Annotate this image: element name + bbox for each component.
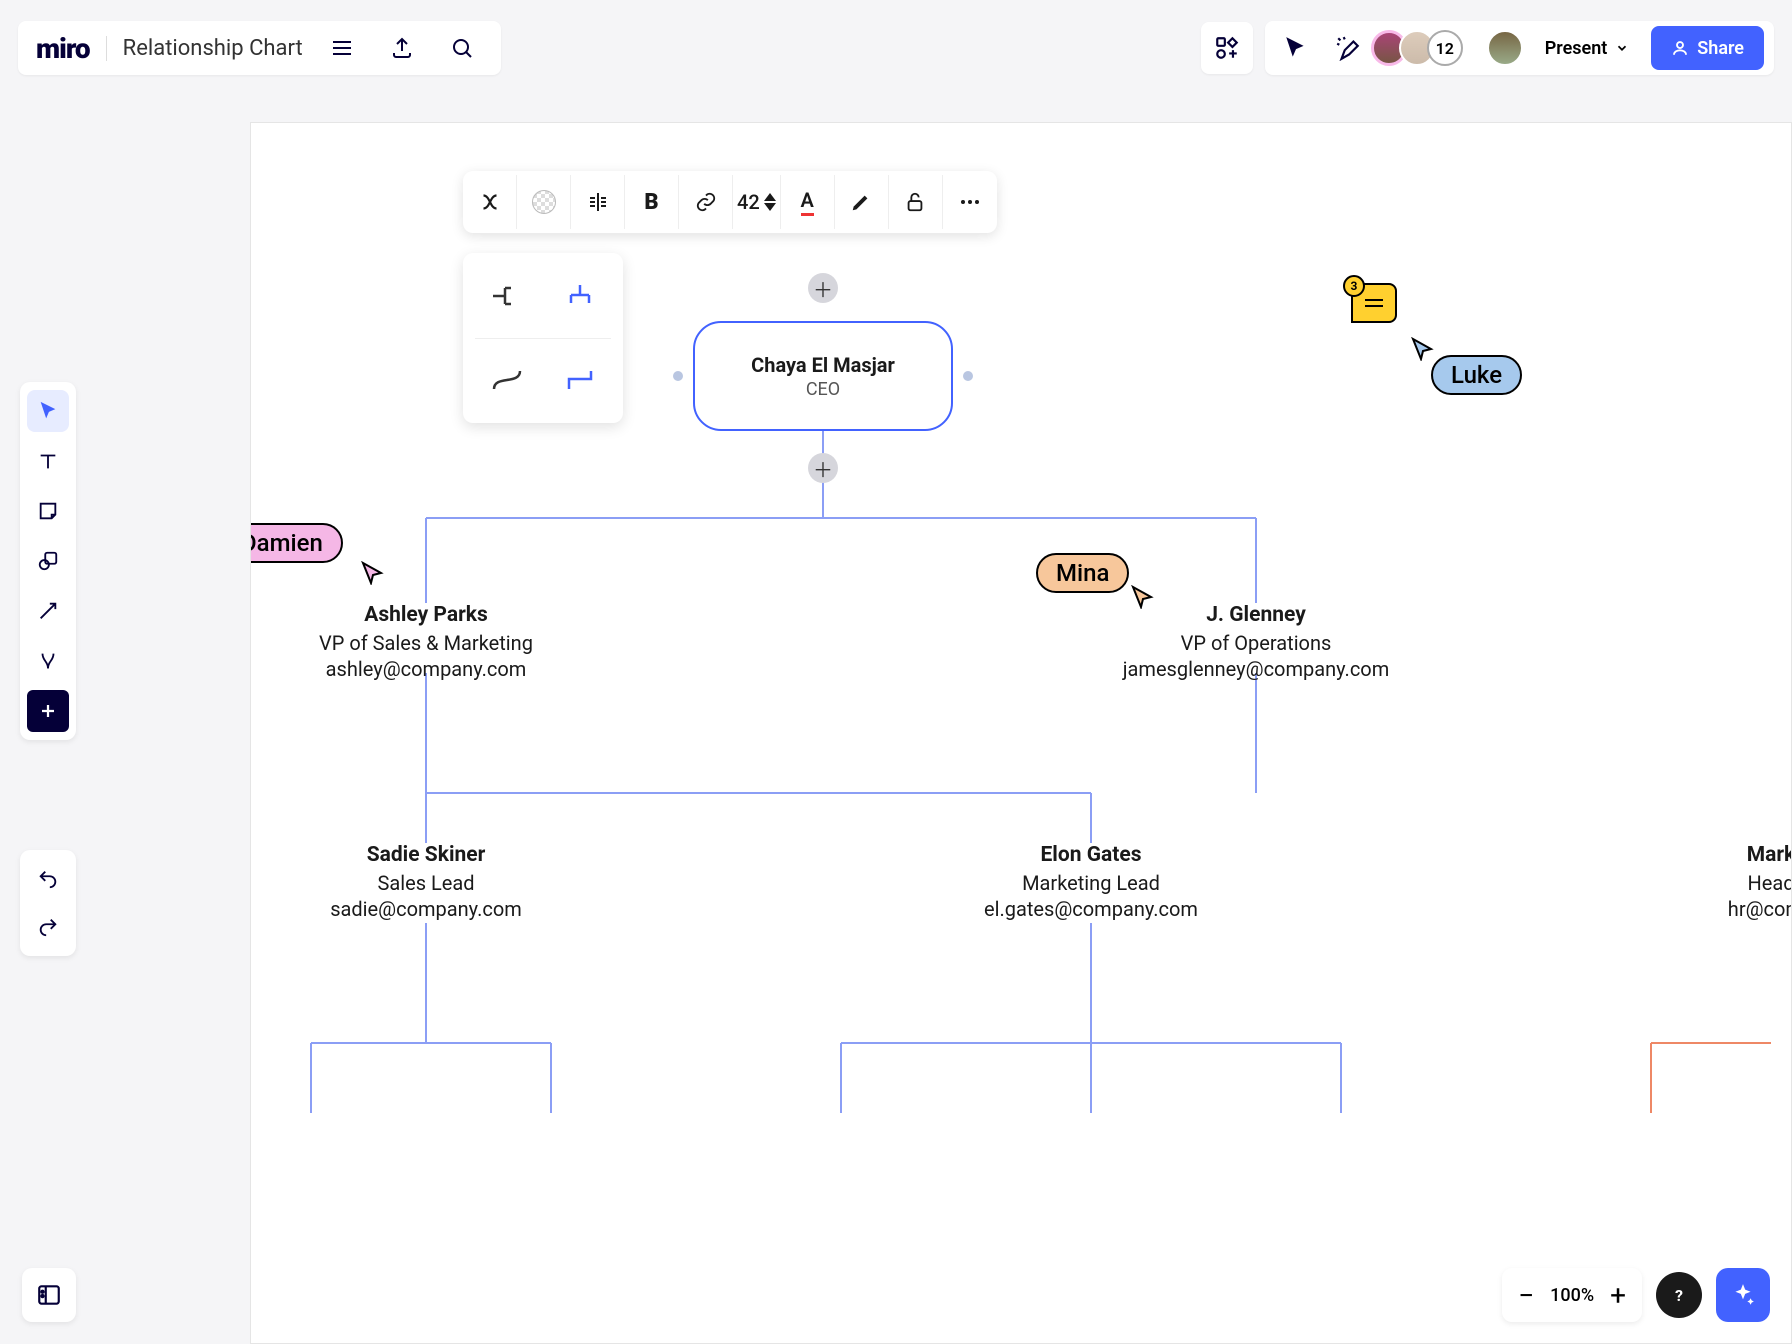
ai-assist-button[interactable] bbox=[1716, 1268, 1770, 1322]
org-node-ceo[interactable]: Chaya El Masjar CEO bbox=[693, 321, 953, 431]
more-options-button[interactable] bbox=[943, 175, 997, 229]
menu-icon[interactable] bbox=[321, 27, 363, 69]
align-button[interactable] bbox=[571, 175, 625, 229]
text-tool[interactable] bbox=[27, 440, 69, 482]
arrow-tool[interactable] bbox=[27, 590, 69, 632]
node-email: jamesglenney@company.com bbox=[1121, 657, 1391, 681]
panel-toggle-button[interactable] bbox=[22, 1268, 76, 1322]
node-name: J. Glenney bbox=[1121, 603, 1391, 627]
node-email: el.gates@company.com bbox=[961, 897, 1221, 921]
add-child-button[interactable]: ＋ bbox=[808, 453, 838, 483]
cursor-pointer-icon bbox=[1131, 585, 1155, 609]
cursor-name: Mina bbox=[1056, 559, 1109, 587]
cursor-name: Damien bbox=[250, 529, 323, 557]
layout-curved-icon[interactable] bbox=[475, 349, 538, 412]
share-button[interactable]: Share bbox=[1651, 26, 1764, 70]
self-avatar[interactable] bbox=[1487, 30, 1523, 66]
mindmap-layout-icon[interactable] bbox=[463, 175, 517, 229]
layout-step-icon[interactable] bbox=[548, 349, 611, 412]
zoom-out-button[interactable]: − bbox=[1518, 1279, 1534, 1312]
node-name: Mark bbox=[1711, 843, 1792, 867]
org-node[interactable]: J. Glenney VP of Operations jamesglenney… bbox=[1121, 603, 1391, 681]
font-size-control[interactable]: 42 bbox=[733, 175, 781, 229]
add-parent-button[interactable]: ＋ bbox=[808, 273, 838, 303]
present-button[interactable]: Present bbox=[1533, 28, 1642, 68]
cursor-pointer-icon bbox=[1411, 337, 1435, 361]
font-size-value: 42 bbox=[737, 190, 760, 214]
cursor-follow-icon[interactable] bbox=[1275, 27, 1317, 69]
org-node[interactable]: Mark Head hr@comp bbox=[1711, 843, 1792, 921]
reactions-icon[interactable] bbox=[1327, 27, 1369, 69]
highlighter-button[interactable] bbox=[835, 175, 889, 229]
node-email: sadie@company.com bbox=[301, 897, 551, 921]
fill-color-button[interactable] bbox=[517, 175, 571, 229]
node-role: Head bbox=[1711, 871, 1792, 895]
canvas[interactable]: B 42 A ＋ Chay bbox=[250, 122, 1792, 1344]
comment-marker[interactable]: 3 bbox=[1351, 283, 1397, 323]
board-header: miro Relationship Chart bbox=[18, 21, 501, 75]
redo-button[interactable] bbox=[27, 906, 69, 948]
collab-bar: 12 Present Share bbox=[1265, 21, 1774, 75]
resize-handle[interactable] bbox=[673, 371, 683, 381]
layout-vertical-icon[interactable] bbox=[548, 265, 611, 328]
node-email: ashley@company.com bbox=[281, 657, 571, 681]
node-role: Sales Lead bbox=[301, 871, 551, 895]
node-name: Ashley Parks bbox=[281, 603, 571, 627]
zoom-in-button[interactable]: + bbox=[1610, 1279, 1626, 1312]
text-color-button[interactable]: A bbox=[781, 175, 835, 229]
node-role: VP of Sales & Marketing bbox=[281, 631, 571, 655]
share-label: Share bbox=[1697, 38, 1744, 59]
sticky-tool[interactable] bbox=[27, 490, 69, 532]
collaborator-cursor: Damien bbox=[250, 523, 343, 563]
selection-toolbar: B 42 A bbox=[463, 171, 997, 233]
org-node[interactable]: Elon Gates Marketing Lead el.gates@compa… bbox=[961, 843, 1221, 921]
collaborator-count[interactable]: 12 bbox=[1427, 30, 1463, 66]
present-label: Present bbox=[1545, 38, 1608, 59]
shape-tool[interactable] bbox=[27, 540, 69, 582]
node-name: Chaya El Masjar bbox=[751, 353, 895, 377]
node-email: hr@comp bbox=[1711, 897, 1792, 921]
undo-button[interactable] bbox=[27, 858, 69, 900]
search-icon[interactable] bbox=[441, 27, 483, 69]
collaborator-cursor: Mina bbox=[1036, 553, 1129, 593]
comment-count-badge: 3 bbox=[1343, 275, 1365, 297]
cursor-pointer-icon bbox=[361, 561, 385, 585]
link-button[interactable] bbox=[679, 175, 733, 229]
org-node[interactable]: Sadie Skiner Sales Lead sadie@company.co… bbox=[301, 843, 551, 921]
add-more-tool[interactable] bbox=[27, 690, 69, 732]
zoom-controls: − 100% + bbox=[1502, 1268, 1642, 1322]
layout-popup bbox=[463, 253, 623, 423]
node-name: Elon Gates bbox=[961, 843, 1221, 867]
resize-handle[interactable] bbox=[963, 371, 973, 381]
history-toolbar bbox=[20, 850, 76, 956]
cursor-name: Luke bbox=[1451, 361, 1502, 389]
apps-button[interactable] bbox=[1201, 22, 1253, 74]
select-tool[interactable] bbox=[27, 390, 69, 432]
tool-toolbar bbox=[20, 382, 76, 740]
node-role: CEO bbox=[806, 379, 840, 400]
pen-tool[interactable] bbox=[27, 640, 69, 682]
export-icon[interactable] bbox=[381, 27, 423, 69]
board-title[interactable]: Relationship Chart bbox=[106, 36, 303, 61]
bold-button[interactable]: B bbox=[625, 175, 679, 229]
miro-logo: miro bbox=[36, 32, 90, 65]
layout-horizontal-icon[interactable] bbox=[475, 265, 538, 328]
zoom-value[interactable]: 100% bbox=[1550, 1285, 1594, 1306]
org-node[interactable]: Ashley Parks VP of Sales & Marketing ash… bbox=[281, 603, 571, 681]
node-name: Sadie Skiner bbox=[301, 843, 551, 867]
node-role: Marketing Lead bbox=[961, 871, 1221, 895]
lock-button[interactable] bbox=[889, 175, 943, 229]
node-role: VP of Operations bbox=[1121, 631, 1391, 655]
collaborator-cursor: Luke bbox=[1431, 355, 1522, 395]
collaborator-avatars[interactable]: 12 bbox=[1379, 30, 1463, 66]
help-button[interactable]: ? bbox=[1656, 1272, 1702, 1318]
